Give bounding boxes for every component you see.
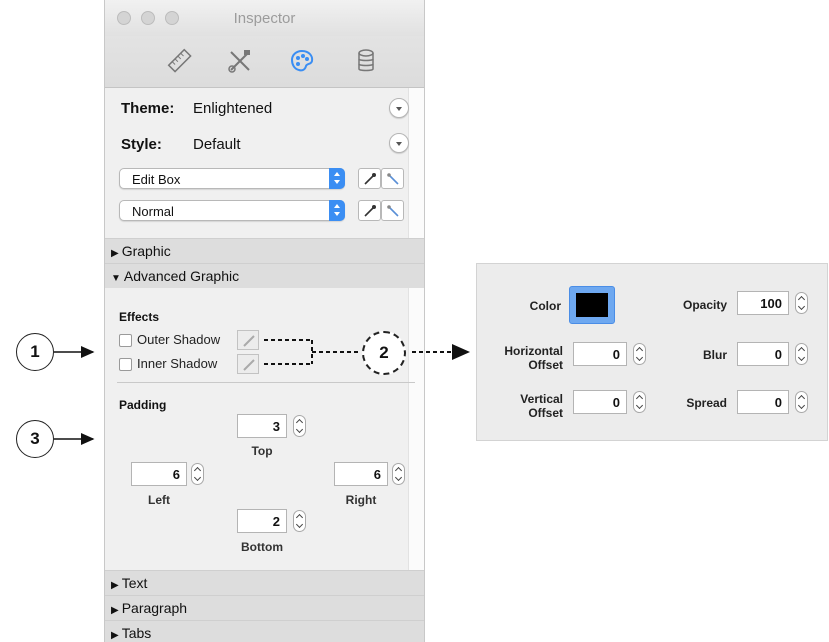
- horizontal-offset-label: Horizontal Offset: [504, 344, 563, 372]
- disclosure-right-icon: ▶: [111, 248, 119, 259]
- object-type-popup[interactable]: Edit Box: [119, 168, 345, 189]
- scroll-strip[interactable]: [408, 88, 424, 642]
- section-text-label: Text: [121, 575, 148, 591]
- pencil-icon: [243, 359, 255, 371]
- divider: [117, 382, 415, 383]
- vertical-offset-label: Vertical Offset: [520, 392, 563, 420]
- padding-left-label: Left: [148, 493, 170, 507]
- blur-input[interactable]: 0: [737, 342, 789, 366]
- padding-top-label: Top: [251, 444, 273, 458]
- eyedropper-icon: [364, 173, 376, 185]
- inspector-window: Inspector Theme: Enlightened Style: Defa…: [104, 0, 425, 642]
- state-popup[interactable]: Normal: [119, 200, 345, 221]
- database-icon[interactable]: [353, 48, 379, 74]
- disclosure-down-icon: ▼: [111, 273, 121, 284]
- window-title: Inspector: [233, 10, 296, 27]
- popup-arrows-icon: [329, 168, 345, 189]
- disclosure-right-icon: ▶: [111, 630, 119, 641]
- pencil-icon: [243, 335, 255, 347]
- theme-menu-button[interactable]: [389, 98, 409, 118]
- outer-shadow-settings-button[interactable]: [237, 330, 259, 350]
- opacity-input[interactable]: 100: [737, 291, 789, 315]
- inspector-toolbar: [105, 36, 424, 88]
- section-advanced-graphic-label: Advanced Graphic: [123, 268, 240, 284]
- padding-heading: Padding: [119, 398, 167, 412]
- shadow-color-well[interactable]: [569, 286, 615, 324]
- shadow-settings-panel: Color Opacity 100 Horizontal Offset 0 Bl…: [476, 263, 828, 441]
- opacity-stepper[interactable]: [795, 292, 808, 314]
- effects-heading: Effects: [119, 310, 160, 324]
- eyedropper-button[interactable]: [358, 168, 381, 189]
- inner-shadow-label: Inner Shadow: [137, 356, 218, 371]
- state-value: Normal: [132, 204, 174, 219]
- blur-stepper[interactable]: [795, 343, 808, 365]
- padding-right-label: Right: [345, 493, 377, 507]
- horizontal-offset-input[interactable]: 0: [573, 342, 627, 366]
- brush-icon: [387, 173, 399, 185]
- style-value: Default: [193, 136, 241, 153]
- spread-stepper[interactable]: [795, 391, 808, 413]
- callout-1: 1: [16, 333, 54, 371]
- popup-arrows-icon: [329, 200, 345, 221]
- brush-icon: [387, 205, 399, 217]
- horizontal-offset-stepper[interactable]: [633, 343, 646, 365]
- object-type-value: Edit Box: [132, 172, 181, 187]
- section-paragraph[interactable]: ▶ Paragraph: [105, 595, 424, 620]
- theme-value: Enlightened: [193, 100, 273, 117]
- padding-right-stepper[interactable]: [392, 463, 405, 485]
- padding-bottom-stepper[interactable]: [293, 510, 306, 532]
- section-paragraph-label: Paragraph: [121, 600, 188, 616]
- shadow-color-swatch: [576, 293, 608, 317]
- eyedropper-button-2[interactable]: [358, 200, 381, 221]
- padding-top-input[interactable]: 3: [237, 414, 287, 438]
- section-graphic[interactable]: ▶ Graphic: [105, 238, 424, 263]
- color-label: Color: [529, 299, 561, 313]
- padding-top-stepper[interactable]: [293, 415, 306, 437]
- padding-left-stepper[interactable]: [191, 463, 204, 485]
- section-graphic-label: Graphic: [121, 243, 171, 259]
- spread-input[interactable]: 0: [737, 390, 789, 414]
- section-tabs-label: Tabs: [121, 625, 152, 641]
- vertical-offset-input[interactable]: 0: [573, 390, 627, 414]
- blur-label: Blur: [703, 348, 727, 362]
- callout-3: 3: [16, 420, 54, 458]
- outer-shadow-checkbox[interactable]: [119, 334, 132, 347]
- callout-2: 2: [362, 331, 406, 375]
- opacity-label: Opacity: [682, 298, 727, 312]
- section-tabs[interactable]: ▶ Tabs: [105, 620, 424, 642]
- style-menu-button[interactable]: [389, 133, 409, 153]
- padding-bottom-input[interactable]: 2: [237, 509, 287, 533]
- tools-icon[interactable]: [227, 48, 253, 74]
- title-bar: Inspector: [105, 0, 424, 36]
- disclosure-right-icon: ▶: [111, 605, 119, 616]
- disclosure-right-icon: ▶: [111, 580, 119, 591]
- vertical-offset-stepper[interactable]: [633, 391, 646, 413]
- paste-style-button[interactable]: [381, 168, 404, 189]
- paste-style-button-2[interactable]: [381, 200, 404, 221]
- style-label: Style:: [121, 136, 162, 153]
- eyedropper-icon: [364, 205, 376, 217]
- inner-shadow-settings-button[interactable]: [237, 354, 259, 374]
- padding-right-input[interactable]: 6: [334, 462, 388, 486]
- padding-left-input[interactable]: 6: [131, 462, 187, 486]
- section-text[interactable]: ▶ Text: [105, 570, 424, 595]
- spread-label: Spread: [686, 396, 727, 410]
- ruler-icon[interactable]: [167, 48, 193, 74]
- section-advanced-graphic[interactable]: ▼ Advanced Graphic: [105, 263, 424, 288]
- outer-shadow-label: Outer Shadow: [137, 332, 221, 347]
- inner-shadow-checkbox[interactable]: [119, 358, 132, 371]
- palette-icon[interactable]: [289, 48, 315, 74]
- theme-label: Theme:: [121, 100, 175, 117]
- padding-bottom-label: Bottom: [241, 540, 283, 554]
